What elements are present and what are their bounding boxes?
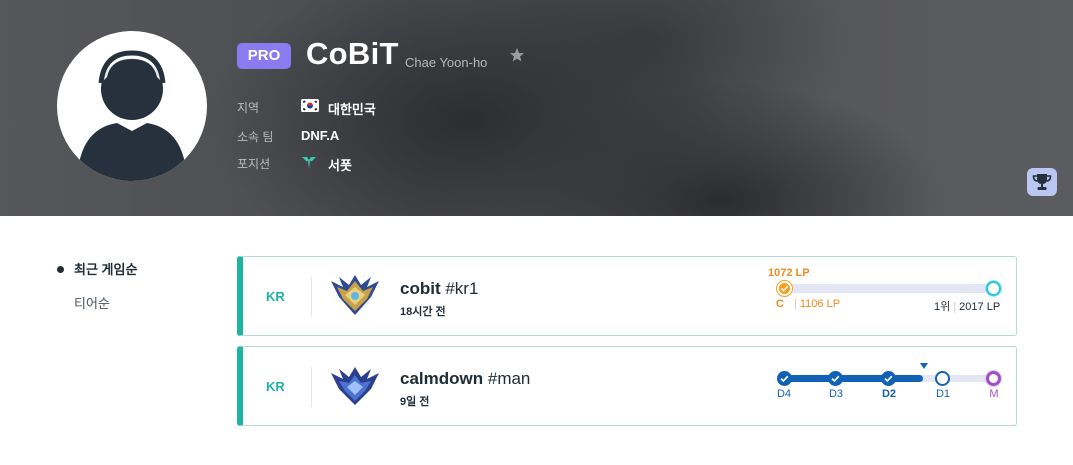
account-name: calmdown #man <box>400 369 531 388</box>
divider <box>311 367 312 407</box>
region-label: 지역 <box>237 101 260 115</box>
last-played: 18시간 전 <box>400 306 446 318</box>
support-position-icon <box>302 157 316 169</box>
position-label: 포지션 <box>237 157 271 171</box>
challenger-emblem-icon <box>331 275 379 315</box>
diamond-emblem-icon <box>331 367 379 405</box>
trophy-icon <box>1032 174 1052 190</box>
sort-recent-label: 최근 게임순 <box>74 262 138 277</box>
division-node-d4 <box>777 371 792 386</box>
position-value: 서폿 <box>328 158 352 173</box>
sort-recent-games[interactable]: 최근 게임순 <box>57 259 137 278</box>
division-label: D1 <box>935 388 951 400</box>
check-icon <box>831 375 840 383</box>
team-label: 소속 팀 <box>237 130 274 144</box>
sort-tier-label: 티어순 <box>74 296 110 311</box>
region-value: 대한민국 <box>328 102 376 117</box>
rank1-lp: 1위 | 2017 LP <box>934 301 1001 313</box>
division-node-d2 <box>881 371 896 386</box>
player-name: CoBiT <box>306 36 399 71</box>
division-progress-fill <box>783 375 923 382</box>
division-node-master <box>986 371 1001 386</box>
server-label: KR <box>266 289 285 304</box>
division-node-d3 <box>828 371 843 386</box>
default-avatar-icon <box>77 50 187 181</box>
player-avatar <box>57 31 207 181</box>
cutoff-lp: | 1106 LP <box>794 298 841 310</box>
korea-flag-icon <box>301 99 319 112</box>
sort-by-tier[interactable]: 티어순 <box>57 293 110 312</box>
account-name: cobit #kr1 <box>400 279 479 298</box>
team-value[interactable]: DNF.A <box>301 128 339 143</box>
account-card[interactable]: KR calmdown #man 9일 전 D4 D3 D2 D1 M <box>237 346 1017 426</box>
division-label: D4 <box>776 388 792 400</box>
check-icon <box>884 375 893 383</box>
current-lp: 1072 LP <box>768 267 810 279</box>
last-played: 9일 전 <box>400 396 430 408</box>
check-icon <box>780 285 789 292</box>
rank1-lp-marker <box>986 281 1001 296</box>
star-icon[interactable] <box>509 47 525 63</box>
pro-badge: PRO <box>237 43 291 69</box>
profile-header: PRO CoBiT Chae Yoon-ho 지역 대한민국 소속 팀 DNF.… <box>0 0 1073 216</box>
server-label: KR <box>266 379 285 394</box>
divider <box>311 277 312 317</box>
active-dot-icon <box>57 266 64 274</box>
cutoff-tier: C <box>776 298 784 310</box>
division-node-d1 <box>935 371 950 386</box>
lp-progress-track <box>783 284 993 293</box>
account-card[interactable]: KR cobit #kr1 18시간 전 1072 LP C | 1106 LP … <box>237 256 1017 336</box>
division-label-current: D2 <box>881 388 897 400</box>
current-division-marker-icon <box>920 363 928 369</box>
current-lp-marker <box>777 281 792 296</box>
trophy-button[interactable] <box>1027 168 1057 196</box>
division-label-master: M <box>989 388 999 400</box>
division-label: D3 <box>828 388 844 400</box>
check-icon <box>780 375 789 383</box>
player-real-name: Chae Yoon-ho <box>405 55 488 70</box>
